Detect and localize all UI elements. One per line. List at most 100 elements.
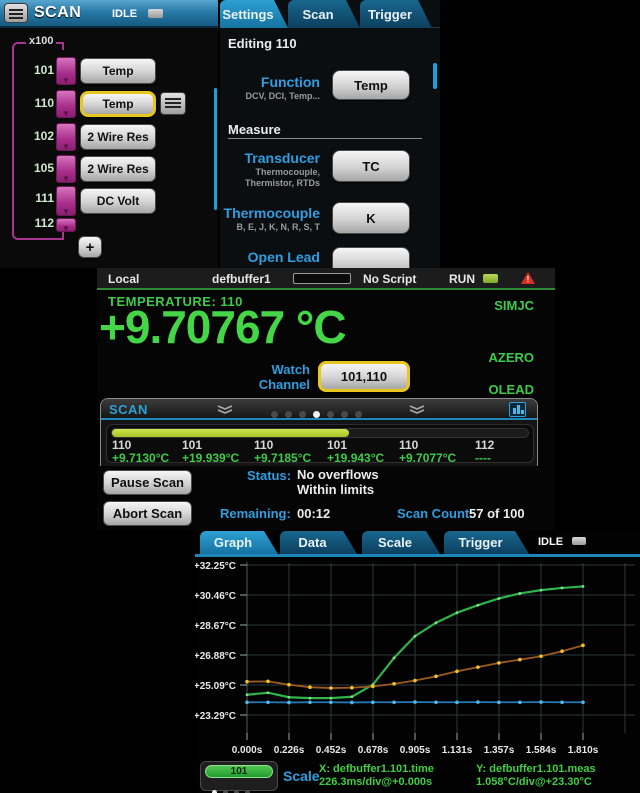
double-chevron-icon[interactable] (408, 405, 426, 415)
channel-number: 111 (24, 191, 54, 205)
chevron-down-icon: ▼ (57, 225, 75, 233)
status-line: No overflows (297, 467, 379, 482)
transducer-value-button[interactable]: TC (332, 150, 410, 182)
tab-trigger[interactable]: Trigger (360, 0, 432, 28)
open-lead-value-button[interactable] (332, 247, 410, 268)
scan-setup-panel: SCAN IDLE x100 101 ▼ Temp 110 ▼ Temp 102… (0, 0, 218, 268)
channel-function-button[interactable]: Temp (80, 58, 156, 84)
measure-section-label: Measure (228, 122, 281, 137)
status-bar: Local defbuffer1 No Script RUN ! (97, 268, 555, 290)
channel-settings-panel: Settings Scan Trigger Editing 110 Functi… (220, 0, 440, 268)
chevron-down-icon: ▼ (57, 77, 75, 85)
menu-icon[interactable] (4, 3, 28, 23)
scan-progress-bar (111, 428, 529, 438)
transducer-sublabel: Thermocouple, (220, 167, 320, 177)
svg-text:1.584s: 1.584s (526, 745, 557, 756)
swipe-pager-dots[interactable] (267, 405, 365, 423)
tab-data[interactable]: Data (280, 531, 357, 554)
scan-reading: 101+19.943°C (327, 439, 384, 465)
chevron-down-icon: ▼ (57, 208, 75, 216)
script-indicator[interactable]: No Script (363, 272, 416, 286)
y-axis-info: Y: defbuffer1.101.meas1.058°C/div@+23.30… (476, 763, 636, 789)
channel-relay-block[interactable]: ▼ (56, 186, 76, 216)
remaining-label: Remaining: (220, 506, 291, 521)
transducer-sublabel: Thermistor, RTDs (220, 178, 320, 188)
channel-relay-block[interactable]: ▼ (56, 218, 76, 232)
channel-function-button[interactable]: 2 Wire Res (80, 156, 156, 182)
tab-scan[interactable]: Scan (288, 0, 360, 28)
channel-function-button[interactable]: DC Volt (80, 188, 156, 214)
settings-tabrow: Settings Scan Trigger (220, 0, 440, 28)
tab-settings[interactable]: Settings (220, 0, 288, 28)
warning-icon[interactable]: ! (521, 272, 535, 284)
scan-readings-box: 110+9.7130°C 101+19.939°C 110+9.7185°C 1… (106, 424, 534, 463)
channel-function-button[interactable]: 2 Wire Res (80, 124, 156, 150)
svg-text:0.000s: 0.000s (232, 745, 263, 756)
scrollbar[interactable] (433, 63, 437, 89)
svg-text:1.810s: 1.810s (568, 745, 599, 756)
x-axis-info: X: defbuffer1.101.time226.3ms/div@+0.000… (319, 763, 474, 789)
scan-progress-fill (112, 429, 349, 437)
tab-graph[interactable]: Graph (200, 531, 278, 554)
graph-panel: Graph Data Scale Trigger IDLE +32.25°C+3… (195, 530, 640, 793)
instrument-state: IDLE (538, 536, 563, 548)
channel-relay-block[interactable]: ▼ (56, 57, 76, 85)
add-channel-button[interactable]: + (78, 236, 102, 258)
indicator-azero: AZERO (489, 350, 535, 365)
thermocouple-value-button[interactable]: K (332, 202, 410, 234)
svg-text:+26.88°C: +26.88°C (195, 651, 236, 662)
scan-reading: 101+19.939°C (182, 439, 239, 465)
run-indicator[interactable]: RUN (449, 272, 475, 286)
home-panel: Local defbuffer1 No Script RUN ! TEMPERA… (97, 268, 555, 530)
pause-scan-button[interactable]: Pause Scan (103, 470, 192, 495)
abort-scan-button[interactable]: Abort Scan (103, 501, 192, 526)
instrument-state: IDLE (112, 8, 137, 20)
channel-number: 102 (24, 129, 54, 143)
svg-text:1.131s: 1.131s (442, 745, 473, 756)
instrument-screen: SCAN IDLE x100 101 ▼ Temp 110 ▼ Temp 102… (0, 0, 640, 793)
tab-trigger[interactable]: Trigger (444, 531, 529, 554)
section-divider (228, 138, 422, 139)
double-chevron-icon[interactable] (216, 405, 234, 415)
scan-reading: 110+9.7130°C (112, 439, 169, 465)
channel-menu-icon[interactable] (160, 92, 186, 115)
graph-shortcut-icon[interactable] (509, 402, 526, 417)
channel-number: 112 (24, 216, 54, 230)
svg-text:+32.25°C: +32.25°C (195, 561, 236, 572)
scrollbar[interactable] (214, 88, 217, 210)
scan-reading: 110+9.7185°C (254, 439, 311, 465)
comm-mode[interactable]: Local (108, 272, 139, 286)
channel-relay-block[interactable]: ▼ (56, 123, 76, 151)
watch-channel-button[interactable]: 101,110 (318, 361, 410, 392)
scale-button[interactable]: Scale (283, 768, 320, 784)
channel-relay-block[interactable]: ▼ (56, 155, 76, 183)
trace-legend[interactable]: 101 (200, 761, 278, 791)
status-label: Status: (247, 468, 291, 483)
svg-text:+23.29°C: +23.29°C (195, 711, 236, 722)
svg-text:0.678s: 0.678s (358, 745, 389, 756)
thermocouple-sublabel: B, E, J, K, N, R, S, T (220, 222, 320, 232)
editing-label: Editing 110 (228, 36, 297, 51)
indicator-olead: OLEAD (489, 382, 535, 397)
transducer-label: Transducer (220, 150, 320, 166)
scan-reading: 112---- (475, 439, 494, 465)
buffer-gauge[interactable] (293, 273, 351, 284)
active-buffer[interactable]: defbuffer1 (212, 272, 271, 286)
graph-plot[interactable]: +32.25°C+30.46°C+28.67°C+26.88°C+25.09°C… (195, 560, 640, 760)
swipe-header[interactable]: SCAN (101, 399, 537, 420)
thermocouple-label: Thermocouple (220, 205, 320, 221)
tab-scale[interactable]: Scale (362, 531, 440, 554)
idle-flag-icon (572, 537, 586, 545)
active-trace-badge[interactable]: 101 (205, 765, 273, 778)
channel-function-button-selected[interactable]: Temp (80, 91, 156, 117)
open-lead-label: Open Lead (220, 249, 320, 265)
channel-number: 105 (24, 161, 54, 175)
trace-pager-dots[interactable] (209, 782, 253, 793)
channel-multiplier: x100 (26, 35, 56, 47)
function-sublabel: DCV, DCI, Temp... (220, 91, 320, 101)
function-value-button[interactable]: Temp (332, 70, 410, 100)
channel-relay-block[interactable]: ▼ (56, 90, 76, 118)
scan-count-value: 57 of 100 (469, 506, 525, 521)
idle-flag-icon (148, 9, 163, 18)
remaining-value: 00:12 (297, 506, 330, 521)
